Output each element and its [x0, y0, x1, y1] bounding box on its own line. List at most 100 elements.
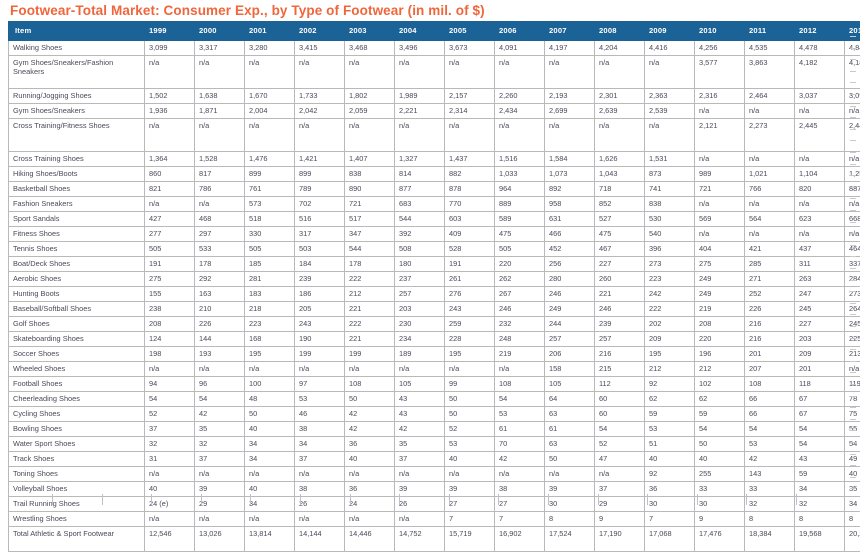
- data-cell: 246: [545, 286, 595, 301]
- row-item-label: Sport Sandals: [9, 211, 145, 226]
- data-cell: 1,638: [195, 88, 245, 103]
- data-cell: 180: [395, 256, 445, 271]
- data-cell: 564: [745, 211, 795, 226]
- table-row: Baseball/Softball Shoes23821021820522120…: [9, 301, 860, 316]
- data-cell: 66: [745, 406, 795, 421]
- data-cell: 1,626: [595, 151, 645, 166]
- data-cell: 437: [795, 241, 845, 256]
- row-item-label: Fitness Shoes: [9, 226, 145, 241]
- row-item-label: Total Athletic & Sport Footwear: [9, 526, 145, 551]
- column-header-year-2005[interactable]: 2005: [445, 22, 495, 41]
- data-cell: 215: [595, 361, 645, 376]
- data-cell: 1,104: [795, 166, 845, 181]
- guide-tick: [647, 494, 648, 505]
- data-cell: 14,752: [395, 526, 445, 551]
- row-item-label: Baseball/Softball Shoes: [9, 301, 145, 316]
- data-cell: n/a: [395, 118, 445, 151]
- data-cell: n/a: [645, 55, 695, 88]
- data-cell: 189: [395, 346, 445, 361]
- data-cell: 42: [495, 451, 545, 466]
- data-cell: 517: [345, 211, 395, 226]
- column-header-year-2009[interactable]: 2009: [645, 22, 695, 41]
- column-header-year-2007[interactable]: 2007: [545, 22, 595, 41]
- page-root: Footwear-Total Market: Consumer Exp., by…: [0, 0, 860, 508]
- data-cell: 3,468: [345, 40, 395, 55]
- column-header-year-2000[interactable]: 2000: [195, 22, 245, 41]
- data-cell: 877: [395, 181, 445, 196]
- data-cell: 569: [695, 211, 745, 226]
- data-cell: 249: [695, 286, 745, 301]
- data-cell: 330: [245, 226, 295, 241]
- table-row: Basketball Shoes821786761789890877878964…: [9, 181, 860, 196]
- column-header-year-2002[interactable]: 2002: [295, 22, 345, 41]
- data-cell: 466: [545, 226, 595, 241]
- row-item-label: Gym Shoes/Sneakers/Fashion Sneakers: [9, 55, 145, 88]
- column-header-year-2006[interactable]: 2006: [495, 22, 545, 41]
- table-row: Wheeled Shoesn/an/an/an/an/an/an/an/a158…: [9, 361, 860, 376]
- data-cell: 100: [245, 376, 295, 391]
- column-header-year-2010[interactable]: 2010: [695, 22, 745, 41]
- data-cell: 245: [795, 301, 845, 316]
- data-cell: 786: [195, 181, 245, 196]
- data-cell: n/a: [195, 511, 245, 526]
- data-cell: 105: [545, 376, 595, 391]
- data-cell: 2,260: [495, 88, 545, 103]
- data-cell: n/a: [195, 118, 245, 151]
- data-cell: 1,021: [745, 166, 795, 181]
- column-header-year-2012[interactable]: 2012: [795, 22, 845, 41]
- row-item-label: Cross Training Shoes: [9, 151, 145, 166]
- data-cell: 220: [495, 256, 545, 271]
- guide-mark: [850, 291, 856, 292]
- data-cell: 92: [645, 376, 695, 391]
- row-item-label: Bowling Shoes: [9, 421, 145, 436]
- column-header-year-2003[interactable]: 2003: [345, 22, 395, 41]
- data-cell: 54: [595, 421, 645, 436]
- data-cell: 505: [245, 241, 295, 256]
- data-cell: 32: [145, 436, 195, 451]
- data-cell: 1,733: [295, 88, 345, 103]
- data-cell: n/a: [445, 466, 495, 481]
- column-header-year-2004[interactable]: 2004: [395, 22, 445, 41]
- guide-mark: [850, 82, 856, 83]
- data-cell: n/a: [595, 55, 645, 88]
- column-header-year-2011[interactable]: 2011: [745, 22, 795, 41]
- footwear-data-table: Item199920002001200220032004200520062007…: [8, 21, 860, 552]
- data-cell: 242: [645, 286, 695, 301]
- data-cell: 46: [295, 406, 345, 421]
- data-cell: 105: [395, 376, 445, 391]
- data-cell: 52: [595, 436, 645, 451]
- data-cell: n/a: [345, 361, 395, 376]
- data-cell: 40: [695, 451, 745, 466]
- data-cell: 203: [795, 331, 845, 346]
- column-header-year-2001[interactable]: 2001: [245, 22, 295, 41]
- row-item-label: Toning Shoes: [9, 466, 145, 481]
- data-cell: 1,043: [595, 166, 645, 181]
- data-cell: n/a: [695, 103, 745, 118]
- data-cell: n/a: [795, 151, 845, 166]
- data-cell: 158: [545, 361, 595, 376]
- data-cell: 427: [145, 211, 195, 226]
- column-header-year-1999[interactable]: 1999: [145, 22, 195, 41]
- data-cell: 683: [395, 196, 445, 211]
- data-cell: 246: [495, 301, 545, 316]
- column-header-year-2008[interactable]: 2008: [595, 22, 645, 41]
- data-cell: 1,528: [195, 151, 245, 166]
- data-cell: n/a: [245, 55, 295, 88]
- column-header-item[interactable]: Item: [9, 22, 145, 41]
- data-cell: 2,639: [595, 103, 645, 118]
- data-cell: 99: [445, 376, 495, 391]
- data-cell: 195: [445, 346, 495, 361]
- data-cell: 50: [445, 406, 495, 421]
- data-cell: 1,989: [395, 88, 445, 103]
- data-cell: 820: [795, 181, 845, 196]
- row-item-label: Hiking Shoes/Boots: [9, 166, 145, 181]
- data-cell: 421: [745, 241, 795, 256]
- data-cell: 42: [745, 451, 795, 466]
- guide-tick: [498, 494, 499, 505]
- data-cell: 230: [395, 316, 445, 331]
- data-cell: 2,301: [595, 88, 645, 103]
- data-cell: n/a: [345, 55, 395, 88]
- guide-mark: [850, 152, 856, 153]
- data-cell: 1,516: [495, 151, 545, 166]
- data-cell: 505: [495, 241, 545, 256]
